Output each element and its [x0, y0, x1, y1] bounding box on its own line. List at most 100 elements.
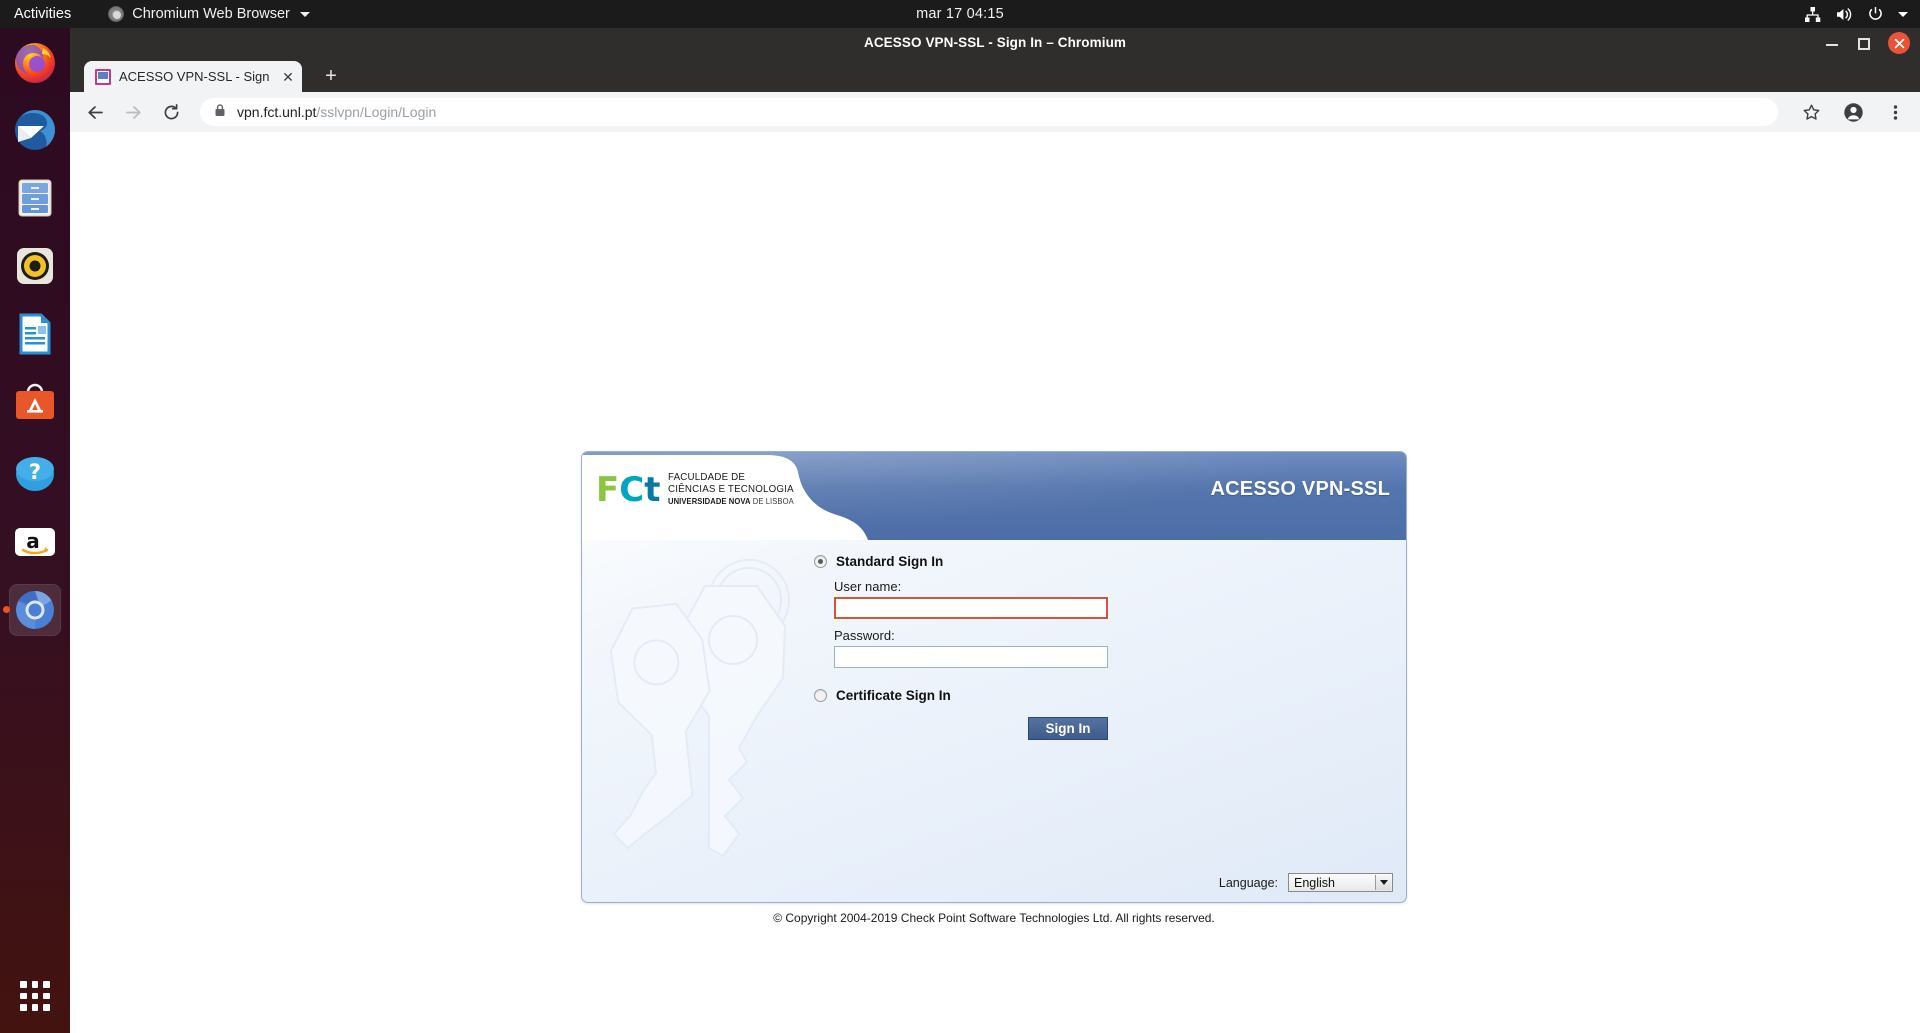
fct-logo-wordmark: FACULDADE DE CIÊNCIAS E TECNOLOGIA UNIVE…	[668, 471, 803, 508]
dock-item-chromium[interactable]	[3, 584, 61, 636]
fct-logo-letter-c: C	[619, 469, 644, 510]
clock-label: mar 17 04:15	[916, 6, 1004, 22]
fct-logo-line3-strong: UNIVERSIDADE NOVA	[668, 497, 752, 506]
chrome-menu-button[interactable]	[1880, 97, 1910, 127]
browser-tab[interactable]: ACESSO VPN-SSL - Sign In ✕	[84, 61, 302, 92]
dock-item-thunderbird[interactable]	[9, 104, 61, 156]
computer-icon	[95, 68, 111, 85]
address-bar[interactable]: vpn.fct.unl.pt/sslvpn/Login/Login	[200, 98, 1778, 126]
standard-signin-label: Standard Sign In	[836, 553, 944, 569]
chromium-icon	[108, 6, 125, 22]
grid-dot	[31, 1004, 39, 1011]
profile-avatar-button[interactable]	[1838, 97, 1868, 127]
certificate-signin-radio[interactable]	[814, 688, 827, 702]
app-menu-label: Chromium Web Browser	[132, 6, 290, 22]
thunderbird-icon	[15, 110, 55, 150]
keys-icon	[609, 559, 790, 858]
certificate-signin-option[interactable]: Certificate Sign In	[814, 686, 1194, 704]
page-viewport: F C t FACULDADE DE CIÊNCIAS E TECNOLOGIA…	[70, 132, 1920, 1033]
bookmark-star-button[interactable]	[1796, 97, 1826, 127]
back-icon	[87, 105, 103, 119]
page-title: ACESSO VPN-SSL	[1210, 478, 1390, 500]
reload-button[interactable]	[156, 97, 186, 127]
chromium-icon	[16, 590, 54, 629]
fct-logo-letter-f: F	[596, 469, 619, 510]
shopping-bag-icon	[16, 383, 54, 419]
toolbar-actions	[1788, 97, 1920, 127]
maximize-button[interactable]	[1858, 37, 1870, 50]
amazon-icon: a	[15, 528, 55, 556]
file-cabinet-icon	[18, 179, 52, 217]
grid-dot	[20, 1004, 27, 1011]
system-tray[interactable]	[1804, 0, 1908, 28]
new-tab-button[interactable]: +	[320, 66, 342, 88]
grid-dot	[43, 992, 50, 1000]
username-field-group: User name:	[834, 579, 1194, 619]
forward-button[interactable]	[118, 97, 148, 127]
page-banner: F C t FACULDADE DE CIÊNCIAS E TECNOLOGIA…	[582, 452, 1406, 540]
standard-signin-option[interactable]: Standard Sign In	[814, 552, 1194, 570]
power-icon[interactable]	[1867, 6, 1884, 23]
url-text: vpn.fct.unl.pt/sslvpn/Login/Login	[237, 104, 436, 120]
fct-logo-letter-t: t	[644, 469, 660, 510]
browser-toolbar: vpn.fct.unl.pt/sslvpn/Login/Login	[70, 92, 1920, 132]
close-icon	[1894, 38, 1904, 48]
lock-icon[interactable]	[214, 103, 226, 122]
language-selector-row: Language: English	[1219, 873, 1393, 892]
network-icon[interactable]	[1804, 6, 1821, 23]
reload-icon	[164, 103, 178, 119]
svg-text:a: a	[26, 529, 40, 553]
signin-button[interactable]: Sign In	[1028, 717, 1108, 740]
login-card: F C t FACULDADE DE CIÊNCIAS E TECNOLOGIA…	[581, 451, 1407, 903]
language-select[interactable]: English	[1288, 873, 1393, 892]
chevron-down-icon[interactable]	[1898, 11, 1908, 17]
running-indicator	[3, 606, 10, 613]
close-button[interactable]	[1888, 32, 1910, 54]
fct-logo-line3-rest: DE LISBOA	[751, 497, 795, 506]
speaker-icon	[17, 248, 53, 284]
password-field-group: Password:	[834, 628, 1194, 668]
password-input[interactable]	[834, 646, 1108, 668]
tab-strip: ACESSO VPN-SSL - Sign In ✕ +	[70, 58, 1920, 92]
password-label: Password:	[834, 628, 895, 643]
back-button[interactable]	[80, 97, 110, 127]
bookmark-star-icon	[1803, 104, 1819, 120]
dock-item-firefox[interactable]	[9, 36, 61, 88]
dock-item-libreoffice-writer[interactable]	[9, 308, 61, 360]
forward-icon	[125, 105, 141, 119]
activities-label: Activities	[14, 6, 72, 22]
help-icon: ?	[16, 457, 54, 491]
dock-item-help[interactable]: ?	[9, 448, 61, 500]
grid-dot	[43, 981, 50, 988]
chromium-window: ACESSO VPN-SSL - Sign In – Chromium ACES…	[70, 28, 1920, 1033]
copyright-text: © Copyright 2004-2019 Check Point Softwa…	[773, 911, 1215, 925]
ubuntu-dock: ? a	[0, 28, 70, 1033]
tab-close-button[interactable]: ✕	[280, 69, 296, 85]
dock-item-files[interactable]	[9, 172, 61, 224]
minimize-button[interactable]	[1824, 35, 1840, 51]
signin-form: Standard Sign In User name: Password: Ce…	[814, 552, 1194, 740]
window-titlebar: ACESSO VPN-SSL - Sign In – Chromium	[70, 28, 1920, 58]
dock-item-ubuntu-software[interactable]	[9, 376, 61, 428]
activities-button[interactable]: Activities	[0, 0, 82, 28]
document-icon	[19, 313, 51, 355]
volume-icon[interactable]	[1835, 6, 1853, 23]
fct-logo: F C t FACULDADE DE CIÊNCIAS E TECNOLOGIA…	[596, 469, 804, 510]
language-label: Language:	[1218, 875, 1278, 890]
chevron-down-icon[interactable]	[1375, 875, 1391, 890]
dock-item-amazon[interactable]: a	[9, 516, 61, 568]
grid-dot	[43, 1004, 50, 1011]
app-menu-button[interactable]: Chromium Web Browser	[108, 0, 310, 28]
grid-dot	[31, 992, 39, 1000]
fct-logo-mark: F C t	[596, 469, 660, 510]
dock-item-rhythmbox[interactable]	[9, 240, 61, 292]
chevron-down-icon	[299, 11, 310, 17]
firefox-icon	[15, 43, 55, 83]
language-selected-value: English	[1294, 875, 1335, 890]
standard-signin-radio[interactable]	[814, 554, 827, 568]
grid-dot	[20, 992, 27, 1000]
url-path: /sslvpn/Login/Login	[316, 104, 437, 120]
username-input[interactable]	[834, 597, 1108, 619]
grid-dot	[20, 981, 27, 988]
show-applications-button[interactable]	[20, 981, 50, 1011]
